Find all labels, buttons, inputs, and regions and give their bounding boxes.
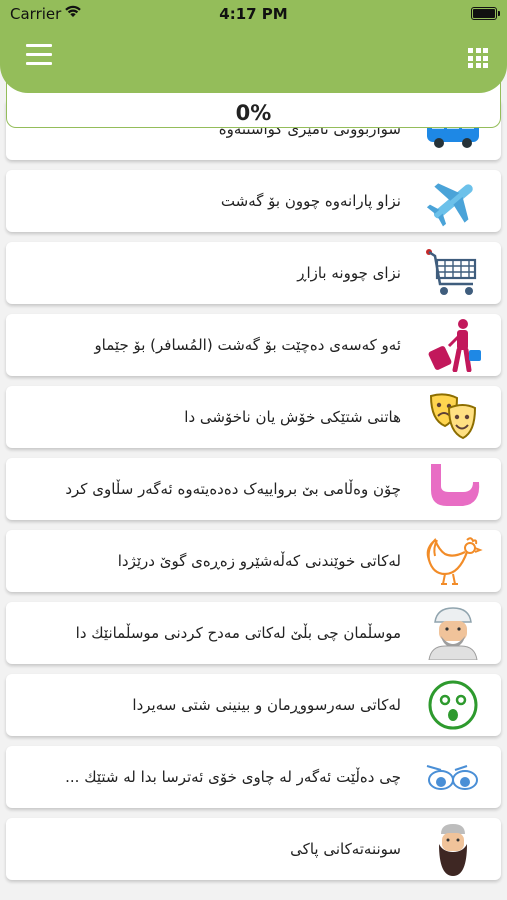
status-bar: Carrier 4:17 PM	[0, 0, 507, 28]
list-item-label: لەکاتی سەرسووڕمان و بینینی شتی سەیردا	[132, 696, 401, 714]
clock: 4:17 PM	[219, 5, 288, 23]
surprised-face-icon	[423, 678, 483, 732]
theater-masks-icon	[423, 390, 483, 444]
list-item[interactable]: لەکاتی خوێندنی کەڵەشێرو زەڕەی گوێ درێژدا	[6, 530, 501, 592]
list-item-label: نزای چوونە بازاڕ	[297, 264, 401, 282]
eyes-icon	[423, 750, 483, 804]
list-item-label: چۆن وەڵامی بێ برواییەک دەدەیتەوە ئەگەر س…	[65, 480, 401, 498]
bearded-man-icon	[423, 822, 483, 876]
turban-man-icon	[423, 606, 483, 661]
airplane-icon	[423, 174, 483, 228]
list-item-label: هاتنی شتێکی خۆش یان ناخۆشی دا	[184, 408, 401, 426]
list-item-label: لەکاتی خوێندنی کەڵەشێرو زەڕەی گوێ درێژدا	[117, 552, 401, 570]
list-item[interactable]: سوننەتەکانی پاکی	[6, 818, 501, 880]
list-item-label: نزاو پارانەوە چوون بۆ گەشت	[220, 192, 401, 210]
grid-apps-icon[interactable]	[468, 48, 488, 68]
list-item[interactable]: نزاو پارانەوە چوون بۆ گەشت	[6, 170, 501, 232]
raised-hand-icon	[423, 462, 483, 516]
traveler-icon	[423, 318, 483, 373]
list-item[interactable]: نزای چوونە بازاڕ	[6, 242, 501, 304]
list-item[interactable]: چی دەڵێت ئەگەر لە چاوی خۆی ئەترسا بدا لە…	[6, 746, 501, 808]
list-item[interactable]: هاتنی شتێکی خۆش یان ناخۆشی دا	[6, 386, 501, 448]
list-item[interactable]: چۆن وەڵامی بێ برواییەک دەدەیتەوە ئەگەر س…	[6, 458, 501, 520]
list-item-label: چی دەڵێت ئەگەر لە چاوی خۆی ئەترسا بدا لە…	[65, 768, 401, 786]
list-item[interactable]: ئەو کەسەی دەچێت بۆ گەشت (المُسافر) بۆ جێ…	[6, 314, 501, 376]
list-item[interactable]: لەکاتی سەرسووڕمان و بینینی شتی سەیردا	[6, 674, 501, 736]
hamburger-menu-icon[interactable]	[26, 44, 54, 66]
battery-icon	[471, 7, 500, 20]
shopping-cart-icon	[423, 246, 483, 300]
list-item-label: ئەو کەسەی دەچێت بۆ گەشت (المُسافر) بۆ جێ…	[94, 336, 401, 354]
list-item-label: موسڵمان چی بڵێ لەکاتی مەدح کردنی موسڵمان…	[75, 624, 401, 642]
list-item-label: سوننەتەکانی پاکی	[290, 840, 401, 858]
progress-percent: 0%	[235, 101, 272, 125]
rooster-icon	[423, 534, 483, 588]
list-item[interactable]: موسڵمان چی بڵێ لەکاتی مەدح کردنی موسڵمان…	[6, 602, 501, 664]
